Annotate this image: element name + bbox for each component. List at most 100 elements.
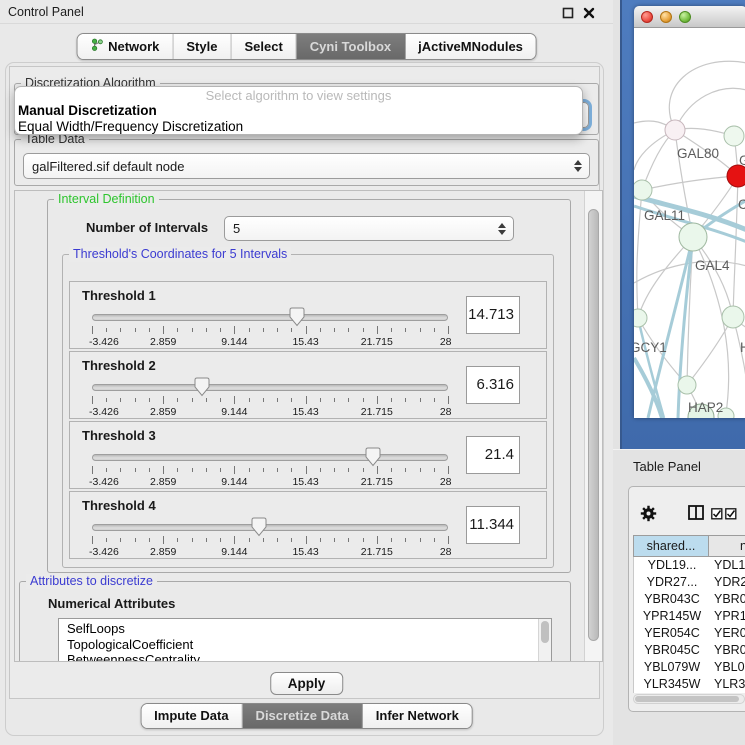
table-rows[interactable]: YDL19...YDL1YDR27...YDR2YBR043CYBR0YPR14… [633,557,745,693]
network-node-gal4[interactable] [679,223,707,251]
cell-name[interactable]: YBL0 [710,659,745,676]
cell-name[interactable]: YBR0 [710,642,745,659]
table-row[interactable]: YDR27...YDR2 [634,574,745,591]
table-row[interactable]: YER054CYER0 [634,625,745,642]
table-row[interactable]: YLR345WYLR3 [634,676,745,693]
zoom-window-icon[interactable] [679,11,691,23]
close-window-icon[interactable] [641,11,653,23]
table-row[interactable]: YBL079WYBL0 [634,659,745,676]
threshold-value-field[interactable]: 21.4 [466,436,520,474]
deselect-all-checkbox-icon[interactable] [725,507,737,525]
tab-discretize-data[interactable]: Discretize Data [243,704,363,728]
tab-style[interactable]: Style [173,34,231,59]
network-node[interactable] [722,306,744,328]
list-scrollbar-thumb[interactable] [541,621,549,643]
table-row[interactable]: YDL19...YDL1 [634,557,745,574]
tab-impute-data[interactable]: Impute Data [141,704,242,728]
slider-handle-icon[interactable] [365,447,381,467]
cell-shared-name[interactable]: YER054C [634,625,710,642]
column-header-shared-name[interactable]: shared... [633,535,709,557]
float-panel-icon[interactable] [561,6,575,20]
threshold-slider[interactable]: -3.4262.8599.14415.4321.71528 [92,448,448,488]
tab-select[interactable]: Select [231,34,296,59]
apply-button[interactable]: Apply [270,672,344,695]
tab-infer-network[interactable]: Infer Network [363,704,472,728]
tick-label: 9.144 [221,476,247,488]
settings-gear-icon[interactable] [640,505,657,527]
tick-mark [434,468,435,472]
cell-name[interactable]: YER0 [710,625,745,642]
cell-shared-name[interactable]: YBL079W [634,659,710,676]
tick-mark [263,398,264,402]
network-edge [675,88,745,130]
tick-mark [163,466,164,474]
table-data-combobox[interactable]: galFiltered.sif default node [23,153,590,179]
slider-handle-icon[interactable] [251,517,267,537]
network-node-gal11[interactable] [634,180,652,200]
threshold-slider[interactable]: -3.4262.8599.14415.4321.71528 [92,378,448,418]
table-row[interactable]: YPR145WYPR1 [634,608,745,625]
tab-cyni-toolbox[interactable]: Cyni Toolbox [297,34,405,59]
cell-name[interactable]: YDR2 [710,574,745,591]
network-node[interactable] [727,165,745,187]
cell-shared-name[interactable]: YDL19... [634,557,710,574]
list-item[interactable]: SelfLoops [67,621,551,637]
num-intervals-combobox[interactable]: 5 [224,216,514,241]
table-hscrollbar-thumb[interactable] [635,696,739,702]
threshold-value-field[interactable]: 14.713 [466,296,520,334]
numerical-attributes-list[interactable]: SelfLoopsTopologicalCoefficientBetweenne… [58,618,552,662]
network-window-titlebar[interactable] [634,6,745,28]
tick-mark [163,536,164,544]
slider-track[interactable] [92,454,448,461]
panel-scrollbar[interactable] [584,191,602,661]
cell-shared-name[interactable]: YDR27... [634,574,710,591]
network-node-gal80[interactable] [665,120,685,140]
threshold-slider[interactable]: -3.4262.8599.14415.4321.71528 [92,518,448,558]
close-panel-icon[interactable] [582,6,596,20]
network-canvas[interactable]: GAL80GACGAL11GAL4GCY1HHAP2 [634,28,745,418]
cell-name[interactable]: YDL1 [710,557,745,574]
cell-name[interactable]: YPR1 [710,608,745,625]
slider-handle-icon[interactable] [194,377,210,397]
network-graph[interactable]: GAL80GACGAL11GAL4GCY1HHAP2 [634,28,745,418]
network-node-hap2[interactable] [678,376,696,394]
panel-scrollbar-thumb[interactable] [588,209,599,641]
minimize-window-icon[interactable] [660,11,672,23]
dropdown-item-equal-width-frequency[interactable]: Equal Width/Frequency Discretization [15,119,582,135]
threshold-value-field[interactable]: 11.344 [466,506,520,544]
network-edge [642,176,738,190]
table-row[interactable]: YBR045CYBR0 [634,642,745,659]
slider-handle-icon[interactable] [289,307,305,327]
cell-shared-name[interactable]: YLR345W [634,676,710,693]
table-data-group: Table Data galFiltered.sif default node [14,139,599,186]
cell-shared-name[interactable]: YPR145W [634,608,710,625]
tick-mark [120,538,121,542]
tick-mark [348,398,349,402]
threshold-slider[interactable]: -3.4262.8599.14415.4321.71528 [92,308,448,348]
tick-mark [448,466,449,474]
list-item[interactable]: TopologicalCoefficient [67,637,551,653]
show-columns-icon[interactable] [688,505,704,525]
tick-mark [448,396,449,404]
network-node[interactable] [724,126,744,146]
slider-track[interactable] [92,524,448,531]
table-hscrollbar[interactable] [633,694,745,704]
tab-jactivemnodules[interactable]: jActiveMNodules [405,34,536,59]
cell-name[interactable]: YLR3 [710,676,745,693]
cell-name[interactable]: YBR0 [710,591,745,608]
cell-shared-name[interactable]: YBR045C [634,642,710,659]
slider-track[interactable] [92,314,448,321]
tab-network[interactable]: Network [77,34,173,59]
cell-shared-name[interactable]: YBR043C [634,591,710,608]
network-node-gcy1[interactable] [634,309,647,327]
slider-tick-labels: -3.4262.8599.14415.4321.71528 [92,476,448,488]
threshold-value-field[interactable]: 6.316 [466,366,520,404]
tick-mark [348,328,349,332]
table-row[interactable]: YBR043CYBR0 [634,591,745,608]
column-header-name[interactable]: n [709,535,745,557]
select-all-checkbox-icon[interactable] [711,507,723,525]
dropdown-item-manual-discretization[interactable]: Manual Discretization [15,103,582,119]
list-item[interactable]: BetweennessCentrality [67,652,551,662]
slider-track[interactable] [92,384,448,391]
list-scrollbar[interactable] [538,619,551,662]
